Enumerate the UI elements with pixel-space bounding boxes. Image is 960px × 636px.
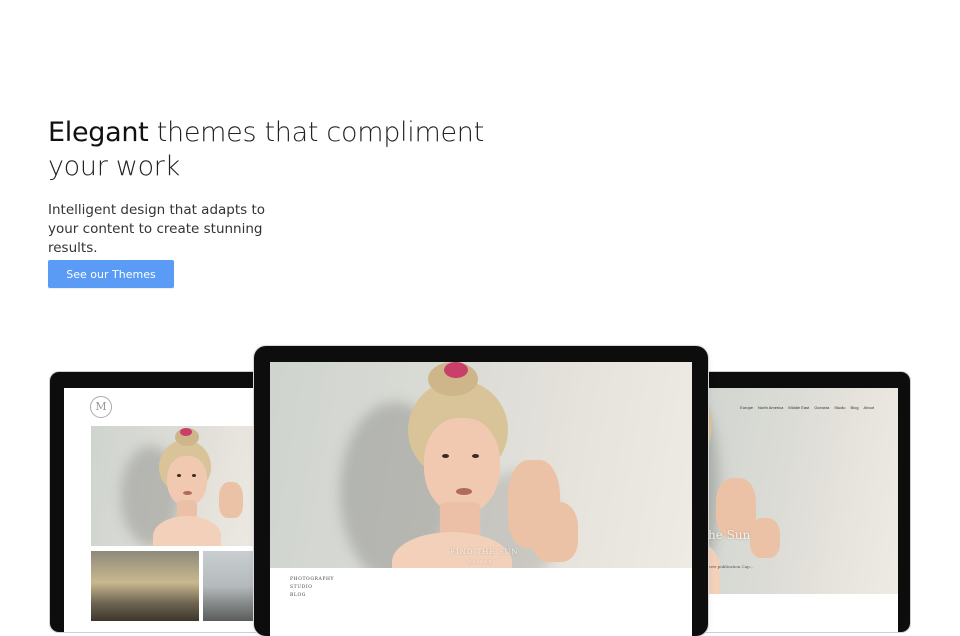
nav-item-middle-east: Middle East — [788, 405, 810, 410]
nav-item-about: About — [863, 405, 874, 410]
sunset-thumbnail — [91, 551, 199, 621]
portrait-photo-center — [270, 362, 692, 568]
right-overlay-title: he Sun — [708, 528, 751, 542]
portrait-photo-left — [91, 426, 267, 546]
device-center-mockup: FIND THE SUN HELENE PHOTOGRAPHY STUDIO B… — [254, 346, 708, 636]
device-left-mockup: M — [50, 372, 280, 632]
menu-item-studio: STUDIO — [290, 585, 313, 590]
device-center-screen: FIND THE SUN HELENE PHOTOGRAPHY STUDIO B… — [270, 362, 692, 636]
nav-item-studio: Studio — [834, 405, 846, 410]
theme-nav-menu: Europe North America Middle East Oceania… — [740, 405, 874, 410]
hero-headline-strong: Elegant — [48, 117, 149, 148]
device-right-mockup: Europe North America Middle East Oceania… — [690, 372, 910, 632]
see-themes-button[interactable]: See our Themes — [48, 260, 174, 288]
menu-item-blog: BLOG — [290, 593, 306, 598]
device-right-screen: Europe North America Middle East Oceania… — [690, 388, 898, 632]
nav-item-blog: Blog — [850, 405, 859, 410]
center-overlay-title: FIND THE SUN — [450, 548, 519, 556]
menu-item-photography: PHOTOGRAPHY — [290, 577, 335, 582]
hero-headline: Elegant themes that compliment your work — [48, 116, 488, 184]
right-overlay-caption: new publication Cap... — [708, 564, 754, 569]
hero-subtext: Intelligent design that adapts to your c… — [48, 202, 266, 256]
device-left-screen: M — [64, 388, 280, 632]
nav-item-north-america: North America — [758, 405, 784, 410]
hero-section: Elegant themes that compliment your work… — [48, 116, 488, 258]
nav-item-oceania: Oceania — [814, 405, 830, 410]
site-logo-icon: M — [90, 396, 112, 418]
nav-item-europe: Europe — [740, 405, 754, 410]
center-overlay-subtitle: HELENE — [468, 559, 493, 564]
theme-side-menu: PHOTOGRAPHY STUDIO BLOG — [290, 576, 334, 600]
